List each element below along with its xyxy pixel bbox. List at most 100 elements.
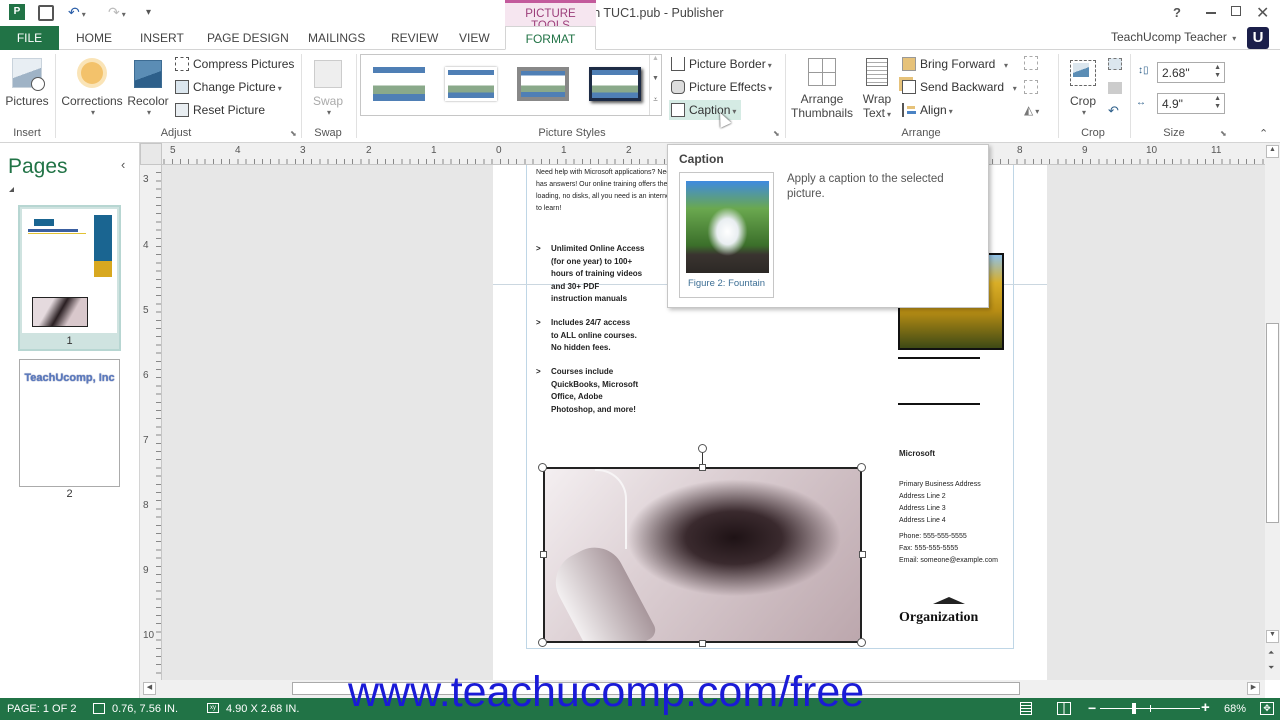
wrap-text-button[interactable]: Wrap Text ▾: [858, 54, 896, 120]
ruler-label: 2: [366, 145, 372, 156]
page-indicator[interactable]: PAGE: 1 OF 2: [7, 703, 77, 715]
picture-style-1[interactable]: [373, 67, 425, 101]
page-thumbnail-1[interactable]: 1: [18, 205, 121, 351]
resize-handle-sw[interactable]: [538, 638, 547, 647]
vertical-scroll-thumb[interactable]: [1266, 323, 1279, 523]
close-button[interactable]: ✕: [1256, 3, 1269, 23]
gallery-more[interactable]: ⩡: [649, 95, 661, 115]
rotation-handle[interactable]: [698, 444, 707, 453]
shape-height-input[interactable]: 2.68" ▲ ▼: [1157, 62, 1225, 83]
resize-handle-nw[interactable]: [538, 463, 547, 472]
fill-icon[interactable]: [1108, 82, 1122, 94]
bullet-marker: >: [536, 244, 541, 253]
zoom-in-button[interactable]: +: [1201, 699, 1210, 716]
align-button[interactable]: Align ▾: [900, 100, 953, 120]
width-spinner[interactable]: ▲ ▼: [1214, 95, 1221, 111]
company-name: Microsoft: [899, 449, 935, 458]
wrap-label-1: Wrap: [862, 92, 892, 106]
resize-handle-e[interactable]: [859, 551, 866, 558]
tab-view[interactable]: VIEW: [459, 26, 490, 50]
resize-handle-s[interactable]: [699, 640, 706, 647]
ruler-label: 4: [143, 240, 149, 251]
picture-style-3[interactable]: [517, 67, 569, 101]
selected-mouse-picture[interactable]: [543, 467, 862, 643]
arrange-thumbnails-button[interactable]: Arrange Thumbnails: [790, 54, 854, 120]
resize-handle-ne[interactable]: [857, 463, 866, 472]
scroll-up-button[interactable]: ▲: [1266, 145, 1279, 158]
group-icon[interactable]: [1024, 56, 1038, 70]
tab-file[interactable]: FILE: [0, 26, 59, 50]
help-button[interactable]: ?: [1173, 5, 1181, 20]
corrections-button[interactable]: Corrections ▾: [60, 54, 124, 117]
wrap-label-text: Text: [862, 106, 885, 120]
single-page-view-button[interactable]: [1020, 702, 1032, 715]
height-icon: ↕▯: [1138, 65, 1149, 76]
tab-home[interactable]: HOME: [76, 26, 112, 50]
group-label-size: Size: [1163, 127, 1185, 139]
scroll-down-button[interactable]: ▼: [1266, 630, 1279, 643]
scroll-right-button[interactable]: ▶: [1247, 682, 1260, 695]
previous-page-button[interactable]: ⏶: [1268, 648, 1274, 658]
clear-crop-icon[interactable]: ↶: [1108, 103, 1119, 119]
ruler-label: 1: [431, 145, 437, 156]
picture-border-label: Picture Border: [689, 57, 766, 71]
shape-width-input[interactable]: 4.9" ▲ ▼: [1157, 93, 1225, 114]
height-spinner[interactable]: ▲ ▼: [1214, 64, 1221, 80]
chevron-down-icon: ▾: [1081, 108, 1086, 117]
user-name[interactable]: TeachUcomp Teacher ▾: [1111, 30, 1236, 44]
minimize-button[interactable]: [1206, 12, 1216, 14]
ungroup-icon[interactable]: [1024, 80, 1038, 94]
page-thumbnail-2[interactable]: TeachUcomp, Inc: [19, 359, 120, 487]
crop-button[interactable]: Crop ▾: [1062, 54, 1104, 117]
adjust-dialog-launcher[interactable]: ⬊: [290, 129, 297, 138]
bring-forward-button[interactable]: Bring Forward ▾: [900, 54, 1008, 74]
ruler-label: 5: [170, 145, 176, 156]
zoom-level[interactable]: 68%: [1224, 703, 1246, 715]
tooltip-title: Caption: [679, 152, 724, 166]
ruler-label: 5: [143, 305, 149, 316]
rotate-icon[interactable]: ◭ ▾: [1024, 103, 1039, 117]
reset-picture-button[interactable]: Reset Picture: [173, 100, 265, 120]
two-page-spread-button[interactable]: [1057, 702, 1071, 715]
zoom-out-button[interactable]: −: [1088, 700, 1096, 716]
zoom-slider-thumb[interactable]: [1132, 703, 1136, 714]
thumb-rule: [28, 233, 86, 234]
tab-page-design[interactable]: PAGE DESIGN: [207, 26, 289, 50]
tab-review[interactable]: REVIEW: [391, 26, 438, 50]
caption-button[interactable]: Caption ▾: [669, 100, 742, 120]
chevron-down-icon: ▾: [326, 108, 331, 117]
resize-handle-w[interactable]: [540, 551, 547, 558]
size-dialog-launcher[interactable]: ⬊: [1220, 129, 1227, 138]
picture-styles-dialog-launcher[interactable]: ⬊: [773, 129, 780, 138]
bullet-line: No hidden fees.: [551, 343, 611, 352]
compress-pictures-button[interactable]: Compress Pictures: [173, 54, 294, 74]
pictures-button[interactable]: Insert Pictures: [4, 54, 50, 108]
collapse-pages-button[interactable]: ‹: [121, 157, 125, 172]
picture-style-4[interactable]: [589, 67, 641, 101]
picture-border-button[interactable]: Picture Border ▾: [669, 54, 772, 74]
bullet-line: Office, Adobe: [551, 392, 603, 401]
gallery-scroll-down[interactable]: ▼: [649, 75, 661, 95]
collapse-ribbon-button[interactable]: ⌃: [1259, 127, 1268, 140]
picture-effects-button[interactable]: Picture Effects ▾: [669, 77, 772, 97]
resize-handle-n[interactable]: [699, 464, 706, 471]
ruler-label: 7: [143, 435, 149, 446]
change-picture-button[interactable]: Change Picture ▾: [173, 77, 282, 97]
picture-style-2[interactable]: [445, 67, 497, 101]
fit-page-button[interactable]: ✥: [1260, 702, 1274, 715]
ruler-label: 11: [1211, 145, 1222, 156]
swap-button[interactable]: Swap ▾: [306, 54, 350, 117]
vertical-scrollbar[interactable]: ▲ ▼ ⏶ ⏷: [1265, 143, 1280, 680]
next-page-button[interactable]: ⏷: [1268, 663, 1274, 673]
zoom-slider[interactable]: [1100, 703, 1200, 714]
fit-icon[interactable]: [1108, 58, 1122, 70]
user-avatar[interactable]: U: [1247, 27, 1269, 49]
send-backward-button[interactable]: Send Backward ▾: [900, 77, 1017, 97]
tab-mailings[interactable]: MAILINGS: [308, 26, 365, 50]
tab-format[interactable]: FORMAT: [505, 26, 596, 50]
change-picture-label: Change Picture: [193, 80, 276, 94]
gallery-scroll-up[interactable]: ▲: [649, 55, 661, 75]
scroll-left-button[interactable]: ◀: [143, 682, 156, 695]
resize-handle-se[interactable]: [857, 638, 866, 647]
restore-button[interactable]: [1231, 6, 1241, 16]
